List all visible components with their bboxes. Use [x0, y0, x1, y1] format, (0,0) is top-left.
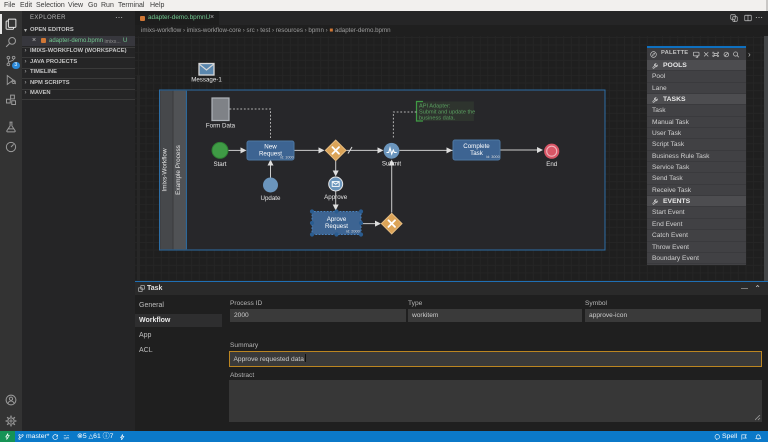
svg-text:id: 3000: id: 3000	[486, 155, 500, 159]
svg-text:Task: Task	[470, 150, 484, 157]
svg-text:id: 1000: id: 1000	[280, 156, 294, 160]
svg-text:Form Data: Form Data	[206, 123, 236, 130]
svg-text:Request: Request	[325, 223, 348, 230]
svg-text:Imixs-Workflow: Imixs-Workflow	[162, 148, 169, 192]
svg-text:Start: Start	[213, 161, 226, 168]
svg-text:New: New	[264, 144, 277, 151]
svg-text:Aprove: Aprove	[327, 216, 347, 223]
svg-text:Request: Request	[259, 151, 282, 158]
svg-text:business data.: business data.	[419, 116, 456, 122]
svg-text:Example Process: Example Process	[175, 145, 182, 195]
svg-text:Update: Update	[261, 195, 282, 202]
svg-text:Submit: Submit	[382, 161, 402, 168]
svg-text:Message-1: Message-1	[191, 77, 222, 84]
svg-text:Approve: Approve	[324, 194, 348, 201]
svg-text:End: End	[546, 161, 558, 168]
svg-text:Complete: Complete	[463, 143, 490, 150]
svg-text:id: 2000: id: 2000	[346, 230, 360, 234]
